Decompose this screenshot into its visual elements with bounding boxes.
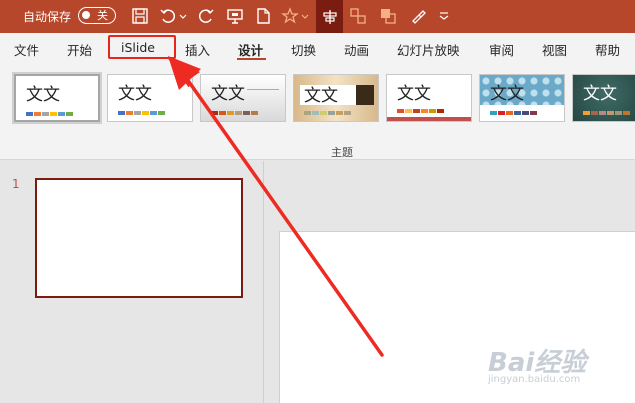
theme-office-2[interactable]: 文文 [107, 74, 193, 122]
tab-home[interactable]: 开始 [67, 40, 92, 59]
islide-highlight-annotation [108, 35, 176, 59]
align-icon[interactable] [316, 0, 343, 33]
group-icon[interactable] [347, 5, 369, 27]
theme-office-1[interactable]: 文文 [14, 74, 100, 122]
slide-thumbnails-pane: 1 [0, 161, 264, 403]
theme-sample-text: 文文 [118, 84, 152, 104]
customize-quick-access-icon[interactable] [436, 5, 452, 27]
theme-dark-teal[interactable]: 文文 [572, 74, 635, 122]
theme-sample-text: 文文 [211, 84, 245, 104]
arrange-icon[interactable] [377, 5, 399, 27]
theme-sample-text: 文文 [304, 86, 338, 106]
slide-number: 1 [12, 177, 20, 191]
theme-accent-line [247, 89, 279, 90]
theme-gray-gradient[interactable]: 文文 [200, 74, 286, 122]
theme-blue-pattern[interactable]: 文文 [479, 74, 565, 122]
tab-design[interactable]: 设计 [238, 40, 263, 59]
save-icon[interactable] [129, 5, 151, 27]
present-icon[interactable] [224, 5, 246, 27]
toggle-knob [82, 11, 90, 19]
theme-color-bars [397, 109, 444, 113]
watermark-url: jingyan.baidu.com [488, 374, 581, 385]
tab-insert[interactable]: 插入 [185, 40, 210, 59]
tab-animations[interactable]: 动画 [344, 40, 369, 59]
new-file-icon[interactable] [252, 5, 274, 27]
themes-group-label: 主题 [331, 146, 353, 159]
redo-icon[interactable] [195, 5, 217, 27]
theme-red-band-strip [387, 117, 471, 121]
tab-transitions[interactable]: 切换 [291, 40, 316, 59]
tab-view[interactable]: 视图 [542, 40, 567, 59]
format-painter-icon[interactable] [407, 5, 429, 27]
theme-sample-text: 文文 [397, 84, 431, 104]
theme-sample-text: 文文 [26, 85, 60, 105]
themes-ribbon: 文文 文文 文文 文文 文文 文文 文文 主题 [0, 62, 635, 160]
theme-color-bars [211, 111, 258, 115]
slide-thumbnail[interactable] [35, 178, 243, 298]
theme-color-bars [583, 111, 630, 115]
theme-red-band[interactable]: 文文 [386, 74, 472, 122]
undo-icon[interactable] [157, 5, 179, 27]
theme-color-bars [118, 111, 165, 115]
theme-color-bars [26, 112, 73, 116]
autosave-label: 自动保存 [23, 10, 72, 24]
theme-dark-block [356, 85, 374, 105]
shapes-dropdown-icon[interactable] [300, 5, 310, 27]
tab-slideshow[interactable]: 幻灯片放映 [397, 40, 460, 59]
theme-wood[interactable]: 文文 [293, 74, 379, 122]
autosave-toggle[interactable]: 关 [78, 7, 116, 24]
tab-review[interactable]: 审阅 [489, 40, 514, 59]
tab-help[interactable]: 帮助 [595, 40, 620, 59]
ribbon-tabs: 文件 开始 iSlide 插入 设计 切换 动画 幻灯片放映 审阅 视图 帮助 [0, 33, 635, 62]
toggle-state-label: 关 [97, 9, 108, 22]
theme-color-bars [490, 111, 537, 115]
selected-tab-indicator [237, 58, 266, 60]
theme-color-bars [304, 111, 351, 115]
undo-dropdown-icon[interactable] [178, 5, 188, 27]
tab-file[interactable]: 文件 [14, 40, 39, 59]
theme-sample-text: 文文 [490, 84, 524, 104]
baidu-watermark-logo: Bai经验 jingyan.baidu.com [488, 334, 628, 394]
shapes-icon[interactable] [279, 5, 301, 27]
theme-sample-text: 文文 [583, 84, 617, 104]
title-bar: 自动保存 关 [0, 0, 635, 33]
